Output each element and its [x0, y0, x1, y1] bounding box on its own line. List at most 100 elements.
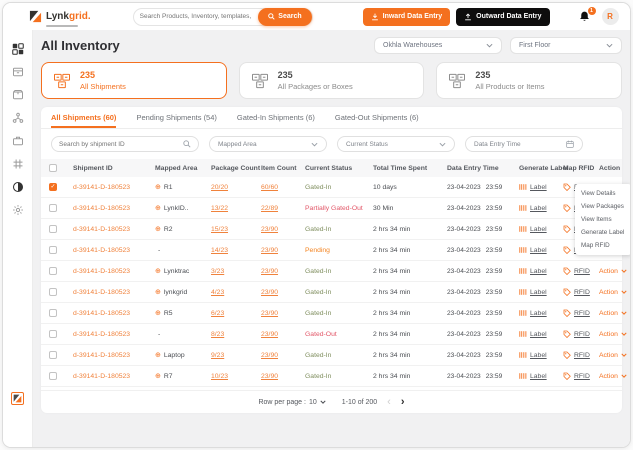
- generate-label-link[interactable]: Label: [519, 225, 563, 233]
- item-count-link[interactable]: 23/90: [261, 373, 278, 380]
- row-checkbox[interactable]: [49, 309, 57, 317]
- action-menu-trigger[interactable]: Action: [599, 331, 627, 338]
- action-menu-item[interactable]: View Items: [575, 213, 630, 226]
- item-count-link[interactable]: 23/90: [261, 268, 278, 275]
- shipment-id-link[interactable]: d-39141-D-180523: [73, 331, 155, 338]
- package-count-link[interactable]: 8/23: [211, 331, 224, 338]
- generate-label-link[interactable]: Label: [519, 330, 563, 338]
- tab[interactable]: Pending Shipments (54): [136, 107, 216, 128]
- notifications-bell[interactable]: 1: [578, 6, 596, 24]
- package-count-link[interactable]: 14/23: [211, 247, 228, 254]
- item-count-link[interactable]: 60/60: [261, 184, 278, 191]
- item-count-link[interactable]: 23/90: [261, 310, 278, 317]
- dashboard-icon[interactable]: [11, 42, 24, 55]
- action-menu-item[interactable]: View Details: [575, 187, 630, 200]
- shipment-id-link[interactable]: d-39141-D-180523: [73, 247, 155, 254]
- package-count-link[interactable]: 10/23: [211, 373, 228, 380]
- brand-mark-icon[interactable]: [11, 392, 24, 405]
- analytics-pie-icon[interactable]: [11, 180, 24, 193]
- map-rfid-link[interactable]: RFID: [563, 372, 599, 380]
- action-menu-trigger[interactable]: Action: [599, 352, 627, 359]
- generate-label-link[interactable]: Label: [519, 309, 563, 317]
- shipment-id-link[interactable]: d-39141-D-180523: [73, 268, 155, 275]
- map-rfid-link[interactable]: RFID: [563, 309, 599, 317]
- item-count-link[interactable]: 22/89: [261, 205, 278, 212]
- stat-card[interactable]: 235 All Packages or Boxes: [238, 62, 425, 99]
- item-count-link[interactable]: 23/90: [261, 289, 278, 296]
- generate-label-link[interactable]: Label: [519, 267, 563, 275]
- row-checkbox[interactable]: [49, 183, 57, 191]
- shipment-id-link[interactable]: d-39141-D-180523: [73, 184, 155, 191]
- tab[interactable]: All Shipments (60): [51, 107, 117, 128]
- package-count-link[interactable]: 3/23: [211, 268, 224, 275]
- grid-icon[interactable]: [11, 157, 24, 170]
- shipment-id-link[interactable]: d-39141-D-180523: [73, 289, 155, 296]
- generate-label-link[interactable]: Label: [519, 183, 563, 191]
- generate-label-link[interactable]: Label: [519, 372, 563, 380]
- stat-card[interactable]: 235 All Products or Items: [436, 62, 623, 99]
- row-checkbox[interactable]: [49, 225, 57, 233]
- generate-label-link[interactable]: Label: [519, 204, 563, 212]
- select-all-checkbox[interactable]: [49, 164, 57, 172]
- mapped-area-select[interactable]: Mapped Area: [209, 136, 327, 152]
- shipment-id-link[interactable]: d-39141-D-180523: [73, 352, 155, 359]
- package-count-link[interactable]: 4/23: [211, 289, 224, 296]
- package-count-link[interactable]: 20/20: [211, 184, 228, 191]
- warehouse-select[interactable]: Okhla Warehouses: [374, 37, 502, 54]
- generate-label-link[interactable]: Label: [519, 351, 563, 359]
- shipment-id-link[interactable]: d-39141-D-180523: [73, 205, 155, 212]
- row-checkbox[interactable]: [49, 330, 57, 338]
- action-menu-trigger[interactable]: Action: [599, 373, 627, 380]
- item-count-link[interactable]: 23/90: [261, 226, 278, 233]
- package-count-link[interactable]: 13/22: [211, 205, 228, 212]
- global-search-input[interactable]: [133, 13, 259, 20]
- action-menu-trigger[interactable]: Action: [599, 268, 627, 275]
- rows-per-page-select[interactable]: Row per page : 10: [258, 399, 326, 406]
- outward-data-entry-button[interactable]: Outward Data Entry: [456, 7, 550, 26]
- action-menu-trigger[interactable]: Action: [599, 289, 627, 296]
- briefcase-icon[interactable]: [11, 134, 24, 147]
- package-count-link[interactable]: 9/23: [211, 352, 224, 359]
- package-icon[interactable]: [11, 88, 24, 101]
- package-count-link[interactable]: 6/23: [211, 310, 224, 317]
- row-checkbox[interactable]: [49, 288, 57, 296]
- shipment-id-link[interactable]: d-39141-D-180523: [73, 310, 155, 317]
- next-page-button[interactable]: ›: [401, 396, 405, 408]
- settings-gear-icon[interactable]: [11, 203, 24, 216]
- shipment-id-link[interactable]: d-39141-D-180523: [73, 373, 155, 380]
- user-avatar[interactable]: R: [601, 8, 619, 25]
- previous-page-button[interactable]: ‹: [387, 396, 391, 408]
- floor-select[interactable]: First Floor: [510, 37, 622, 54]
- tab[interactable]: Gated-Out Shipments (6): [335, 107, 419, 128]
- shipment-search-input[interactable]: [59, 140, 183, 148]
- tab[interactable]: Gated-In Shipments (6): [237, 107, 315, 128]
- map-rfid-link[interactable]: RFID: [563, 288, 599, 296]
- stat-card[interactable]: 235 All Shipments: [41, 62, 227, 99]
- action-menu-item[interactable]: Generate Label: [575, 226, 630, 239]
- row-checkbox[interactable]: [49, 351, 57, 359]
- generate-label-link[interactable]: Label: [519, 246, 563, 254]
- map-rfid-link[interactable]: RFID: [563, 330, 599, 338]
- action-menu-item[interactable]: Map RFID: [575, 239, 630, 252]
- item-count-link[interactable]: 23/90: [261, 352, 278, 359]
- inward-data-entry-button[interactable]: Inward Data Entry: [362, 7, 451, 26]
- generate-label-link[interactable]: Label: [519, 288, 563, 296]
- data-entry-time-picker[interactable]: Data Entry Time: [465, 136, 583, 152]
- action-menu-item[interactable]: View Packages: [575, 200, 630, 213]
- action-menu-trigger[interactable]: Action: [599, 310, 627, 317]
- inventory-box-icon[interactable]: [11, 65, 24, 78]
- map-rfid-link[interactable]: RFID: [563, 351, 599, 359]
- shipment-id-link[interactable]: d-39141-D-180523: [73, 226, 155, 233]
- package-count-link[interactable]: 15/23: [211, 226, 228, 233]
- global-search-button[interactable]: Search: [258, 7, 312, 26]
- hierarchy-icon[interactable]: [11, 111, 24, 124]
- brand-logo[interactable]: Lynkgrid.: [29, 6, 91, 27]
- item-count-link[interactable]: 23/90: [261, 247, 278, 254]
- map-rfid-link[interactable]: RFID: [563, 267, 599, 275]
- row-checkbox[interactable]: [49, 246, 57, 254]
- current-status-select[interactable]: Current Status: [337, 136, 455, 152]
- row-checkbox[interactable]: [49, 372, 57, 380]
- row-checkbox[interactable]: [49, 267, 57, 275]
- item-count-link[interactable]: 23/90: [261, 331, 278, 338]
- row-checkbox[interactable]: [49, 204, 57, 212]
